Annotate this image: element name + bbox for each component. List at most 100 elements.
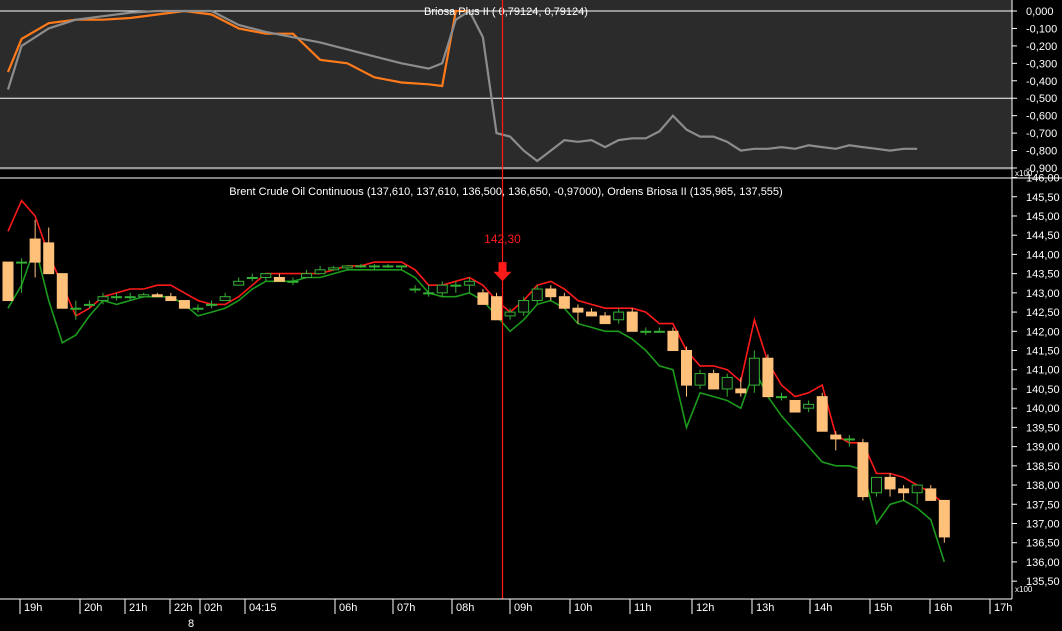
candle-body xyxy=(2,261,14,302)
candle-body xyxy=(70,307,82,310)
candle-body xyxy=(192,307,204,310)
candle-body xyxy=(653,330,665,333)
candle-body xyxy=(491,296,503,321)
osc-y-tick-label: 0,000 xyxy=(1026,6,1054,18)
price-title: Brent Crude Oil Continuous (137,610, 137… xyxy=(229,186,782,198)
candle-body xyxy=(545,288,557,298)
candle-body xyxy=(382,265,394,268)
candle-body xyxy=(16,261,28,264)
candle-body xyxy=(681,350,692,386)
price-y-tick-label: 144,00 xyxy=(1026,249,1060,261)
candle-body xyxy=(246,276,258,279)
candle-body xyxy=(558,296,570,309)
price-y-tick-label: 141,00 xyxy=(1026,365,1060,377)
price-y-tick-label: 145,00 xyxy=(1026,211,1060,223)
time-axis-bg xyxy=(0,600,1012,631)
candle-body xyxy=(925,488,937,501)
candle-body xyxy=(586,311,598,317)
time-tick-label: 07h xyxy=(397,602,415,614)
candle-body xyxy=(898,488,910,494)
candle-body xyxy=(355,265,367,268)
price-y-tick-label: 145,50 xyxy=(1026,192,1060,204)
price-y-tick-label: 136,00 xyxy=(1026,557,1060,569)
time-tick-label: 12h xyxy=(696,602,714,614)
trading-chart[interactable]: Briosa Plus II ( 0,79124, 0,79124) 0,000… xyxy=(0,0,1062,631)
candle-body xyxy=(409,288,421,291)
price-y-tick-label: 139,00 xyxy=(1026,442,1060,454)
time-tick-label: 14h xyxy=(814,602,832,614)
time-sub-label: 8 xyxy=(188,618,194,630)
osc-y-tick-label: -0,800 xyxy=(1026,146,1057,158)
candle-body xyxy=(477,292,489,305)
candle-body xyxy=(857,442,869,498)
candle-body xyxy=(803,403,815,409)
time-tick-label: 06h xyxy=(339,602,357,614)
candle-body xyxy=(640,330,652,333)
time-tick-label: 17h xyxy=(994,602,1012,614)
price-y-tick-label: 138,00 xyxy=(1026,480,1060,492)
candle-body xyxy=(843,438,855,441)
osc-y-tick-label: -0,200 xyxy=(1026,41,1057,53)
price-y-tick-label: 142,50 xyxy=(1026,307,1060,319)
candle-body xyxy=(911,484,923,494)
candle-body xyxy=(599,315,611,325)
candle-body xyxy=(870,476,882,494)
osc-y-tick-label: -0,500 xyxy=(1026,93,1057,105)
candle-body xyxy=(694,373,706,386)
time-tick-label: 02h xyxy=(204,602,222,614)
price-y-tick-label: 142,00 xyxy=(1026,326,1060,338)
time-tick-label: 15h xyxy=(874,602,892,614)
candle-body xyxy=(667,330,679,352)
oscillator-title: Briosa Plus II ( 0,79124, 0,79124) xyxy=(424,6,588,18)
candle-body xyxy=(124,296,136,299)
candle-body xyxy=(735,388,747,394)
time-tick-label: 16h xyxy=(934,602,952,614)
candle-body xyxy=(626,311,638,332)
candle-body xyxy=(938,499,950,538)
time-tick-label: 19h xyxy=(24,602,42,614)
candle-body xyxy=(206,303,218,306)
candle-body xyxy=(816,396,828,432)
price-y-tick-label: 140,00 xyxy=(1026,403,1060,415)
candle-body xyxy=(518,300,530,313)
candle-body xyxy=(273,276,285,282)
candle-body xyxy=(531,288,543,302)
price-y-tick-label: 146,00 xyxy=(1026,173,1060,185)
candle-body xyxy=(83,303,95,306)
price-y-tick-label: 141,50 xyxy=(1026,346,1060,358)
osc-y-tick-label: -0,100 xyxy=(1026,23,1057,35)
time-tick-label: 22h xyxy=(174,602,192,614)
candle-body xyxy=(721,376,733,390)
osc-y-tick-label: -0,300 xyxy=(1026,58,1057,70)
candle-body xyxy=(613,311,625,321)
candle-body xyxy=(233,280,245,286)
candle-body xyxy=(138,294,150,298)
candle-body xyxy=(341,265,353,269)
candle-body xyxy=(165,296,177,302)
candle-body xyxy=(463,280,475,286)
candle-body xyxy=(450,284,462,287)
candle-body xyxy=(830,434,842,440)
osc-y-tick-label: -0,600 xyxy=(1026,111,1057,123)
time-axis: 19h 20h 21h 22h 02h 04:15 06h 07h 08h 09h 10h 11h 12… xyxy=(0,598,1012,631)
candle-body xyxy=(56,273,68,309)
osc-y-tick-label: -0,700 xyxy=(1026,128,1057,140)
price-y-tick-label: 143,50 xyxy=(1026,269,1060,281)
candle-body xyxy=(151,294,163,298)
candle-body xyxy=(504,311,516,317)
candle-body xyxy=(368,265,380,268)
osc-y-tick-label: -0,400 xyxy=(1026,76,1057,88)
candle-body xyxy=(884,476,896,490)
price-y-tick-label: 144,50 xyxy=(1026,230,1060,242)
time-tick-label: 10h xyxy=(574,602,592,614)
price-y-tick-label: 140,50 xyxy=(1026,384,1060,396)
candle-body xyxy=(436,284,448,294)
candle-body xyxy=(43,242,55,275)
oscillator-panel-bg xyxy=(0,0,1012,170)
time-tick-label: 20h xyxy=(84,602,102,614)
signal-label: 142,30 xyxy=(484,232,521,246)
candle-body xyxy=(260,273,272,278)
time-tick-label: 08h xyxy=(456,602,474,614)
candle-body xyxy=(97,296,109,302)
candle-body xyxy=(314,269,326,275)
